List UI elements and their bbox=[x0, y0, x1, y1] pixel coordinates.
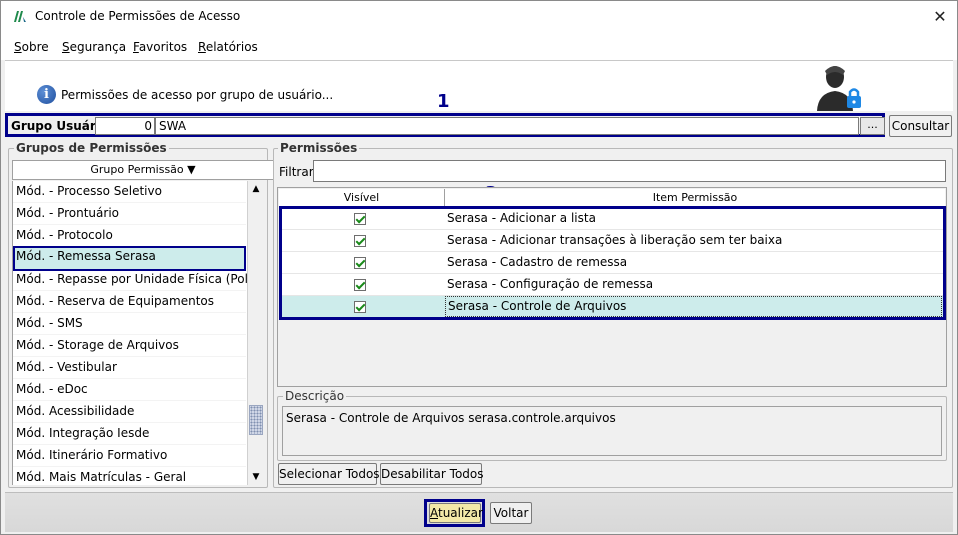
menu-relatorios-label: Relatórios bbox=[198, 40, 258, 54]
rows-highlight-outline bbox=[279, 206, 946, 320]
group-browse-button[interactable]: ... bbox=[860, 117, 885, 135]
list-item[interactable]: Mód. Itinerário Formativo bbox=[13, 445, 246, 467]
app-logo-icon bbox=[14, 11, 26, 22]
list-item[interactable]: Mód. - Repasse por Unidade Física (Polos… bbox=[13, 269, 247, 291]
disable-all-button[interactable]: Desabilitar Todos bbox=[380, 463, 484, 485]
close-icon[interactable]: ✕ bbox=[923, 1, 957, 32]
groups-scrollbar[interactable]: ▲ ▼ bbox=[247, 181, 264, 485]
scroll-thumb[interactable] bbox=[249, 405, 263, 435]
list-item[interactable]: Mód. - eDoc bbox=[13, 379, 246, 401]
back-button[interactable]: Voltar bbox=[490, 502, 532, 524]
group-id-field[interactable]: 0 bbox=[95, 117, 155, 135]
step-marker-1: 1 bbox=[437, 91, 450, 112]
user-lock-icon bbox=[817, 66, 861, 111]
list-item[interactable]: Mód. - Storage de Arquivos bbox=[13, 335, 246, 357]
info-icon: i bbox=[37, 85, 56, 104]
permissions-window: Controle de Permissões de Acesso ✕ Sobre… bbox=[0, 0, 958, 535]
group-column-header[interactable]: Grupo Permissão ▼ bbox=[12, 160, 274, 180]
list-item-selected[interactable]: Mód. - Remessa Serasa bbox=[13, 246, 246, 271]
list-item[interactable]: Mód. - Vestibular bbox=[13, 357, 246, 379]
list-item[interactable]: Mód. - SMS bbox=[13, 313, 246, 335]
list-item[interactable]: Mód. - Reserva de Equipamentos bbox=[13, 291, 246, 313]
menu-seguranca[interactable]: Segurança bbox=[62, 40, 126, 54]
permissions-grid: Visível Item Permissão Serasa - Adiciona… bbox=[277, 187, 947, 387]
list-item[interactable]: Mód. Mais Matrículas - Geral bbox=[13, 467, 246, 485]
info-banner: i Permissões de acesso por grupo de usuá… bbox=[5, 60, 953, 111]
description-text: Serasa - Controle de Arquivos serasa.con… bbox=[282, 406, 942, 456]
permissions-legend: Permissões bbox=[278, 141, 360, 155]
title-bar: Controle de Permissões de Acesso ✕ bbox=[1, 1, 957, 32]
group-user-row: Grupo Usuário: 0 SWA ... bbox=[5, 113, 885, 137]
scroll-up-icon[interactable]: ▲ bbox=[248, 181, 264, 197]
menu-bar: Sobre Segurança Favoritos Relatórios bbox=[1, 32, 957, 60]
banner-text: Permissões de acesso por grupo de usuári… bbox=[61, 88, 334, 102]
select-all-button[interactable]: Selecionar Todos bbox=[278, 463, 380, 485]
filter-input[interactable] bbox=[313, 160, 946, 182]
group-name-field[interactable]: SWA bbox=[155, 117, 859, 135]
menu-relatorios[interactable]: Relatórios bbox=[198, 40, 258, 54]
menu-favoritos-label: Favoritos bbox=[133, 40, 188, 54]
groups-legend: Grupos de Permissões bbox=[14, 141, 169, 155]
list-item[interactable]: Mód. Acessibilidade bbox=[13, 401, 246, 423]
list-item[interactable]: Mód. Integração Iesde bbox=[13, 423, 246, 445]
menu-seguranca-label: Segurança bbox=[62, 40, 127, 54]
filter-label: Filtrar: bbox=[279, 165, 318, 179]
menu-sobre-label: Sobre bbox=[14, 40, 49, 54]
consultar-button[interactable]: Consultar bbox=[889, 115, 952, 137]
list-item[interactable]: Mód. - Processo Seletivo bbox=[13, 181, 246, 203]
scroll-down-icon[interactable]: ▼ bbox=[248, 469, 264, 485]
groups-list: Mód. - Processo Seletivo Mód. - Prontuár… bbox=[12, 181, 247, 485]
window-title: Controle de Permissões de Acesso bbox=[35, 9, 241, 23]
list-item[interactable]: Mód. - Protocolo bbox=[13, 225, 246, 247]
column-header-visible[interactable]: Visível bbox=[279, 189, 445, 207]
menu-sobre[interactable]: Sobre bbox=[14, 40, 49, 54]
description-legend: Descrição bbox=[283, 389, 347, 403]
menu-favoritos[interactable]: Favoritos bbox=[133, 40, 187, 54]
column-header-item[interactable]: Item Permissão bbox=[445, 189, 945, 207]
update-button[interactable]: Atualizar bbox=[429, 503, 483, 523]
list-item[interactable]: Mód. - Prontuário bbox=[13, 203, 246, 225]
